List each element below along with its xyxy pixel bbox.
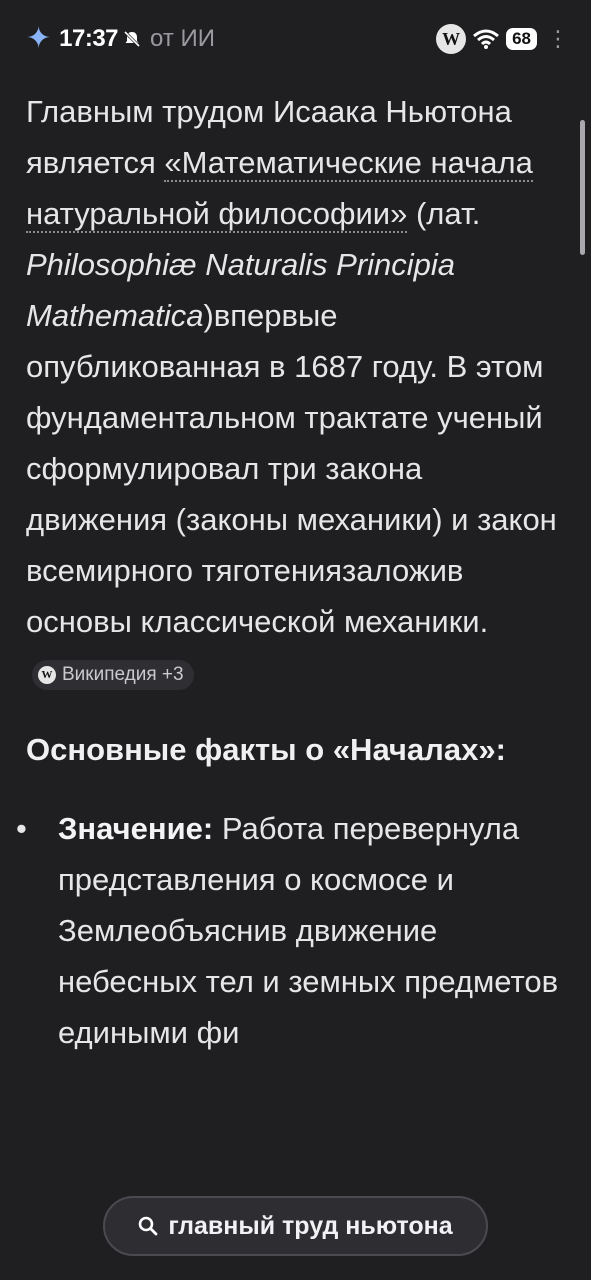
bell-muted-icon <box>123 30 141 48</box>
more-menu-icon[interactable]: ⋮ <box>547 28 569 50</box>
wikipedia-icon: W <box>38 666 56 684</box>
wifi-icon <box>473 29 500 49</box>
battery-indicator: 68 <box>506 28 537 50</box>
search-query-pill[interactable]: главный труд ньютона <box>103 1196 488 1256</box>
fact-text: Работа перевернула представления о космо… <box>58 811 559 1050</box>
paragraph-text: (лат. <box>407 196 481 231</box>
fact-title: Значение: <box>58 811 214 846</box>
paragraph-text: )впервые опубликованная в 1687 году. В э… <box>26 298 557 639</box>
gemini-sparkle-icon: ✦ <box>26 22 52 55</box>
section-heading: Основные факты о «Началах»: <box>26 732 506 767</box>
list-item: • Значение: Работа перевернула представл… <box>16 803 566 1058</box>
bullet-icon: • <box>16 811 27 846</box>
source-chip[interactable]: W Википедия +3 <box>32 660 194 690</box>
facts-list: • Значение: Работа перевернула представл… <box>16 803 566 1058</box>
status-time: 17:37 <box>59 25 119 52</box>
wikipedia-icon[interactable]: W <box>436 24 467 54</box>
source-chip-label: Википедия +3 <box>62 664 184 685</box>
answer-paragraph: Главным трудом Исаака Ньютона является «… <box>26 86 566 698</box>
search-icon <box>139 1216 158 1236</box>
scrollbar-thumb[interactable] <box>580 120 585 255</box>
status-icons: W 68 ⋮ <box>436 24 569 54</box>
ai-overview-content: Главным трудом Исаака Ньютона является «… <box>16 86 566 1058</box>
overview-title: от ИИ <box>150 25 216 52</box>
search-query-text: главный труд ньютона <box>168 1211 453 1240</box>
status-bar: ✦ 17:37 от ИИ W 68 ⋮ <box>0 0 591 78</box>
